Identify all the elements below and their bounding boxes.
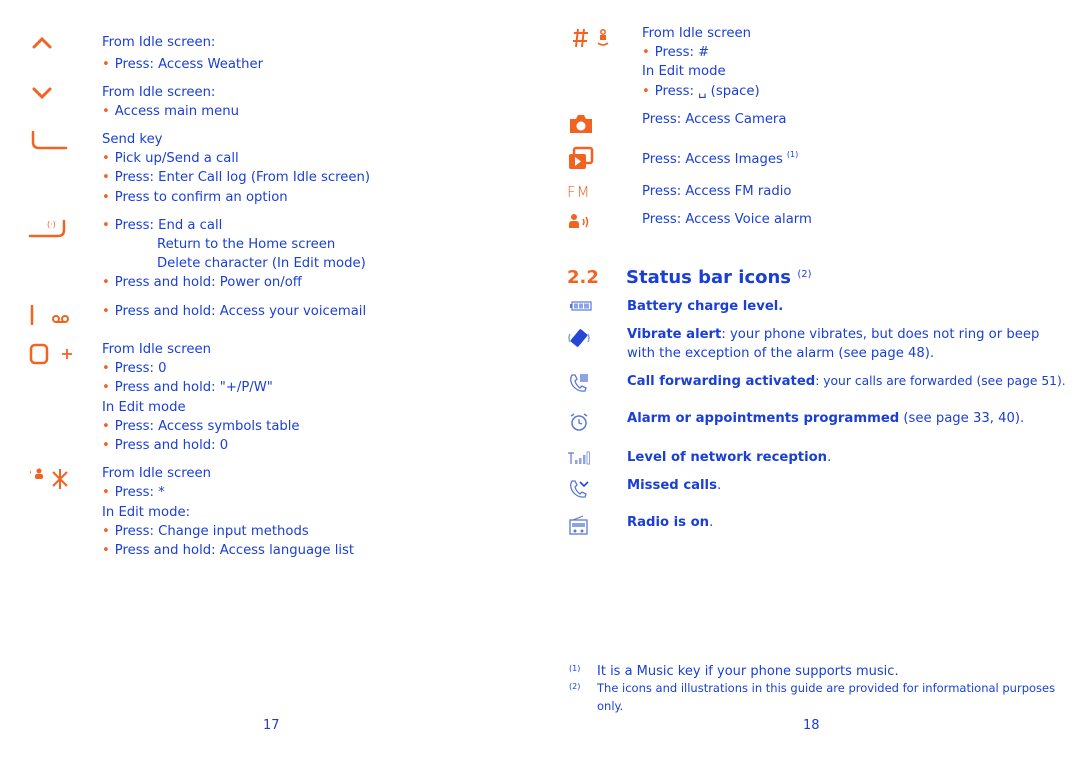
status-icon-name: Call forwarding activated	[627, 374, 816, 389]
key-description-text: From Idle screen	[642, 26, 751, 41]
key-description-line: Press and hold: 0	[102, 436, 228, 455]
status-icon-name: Level of network reception	[627, 450, 828, 465]
voice-alarm-key-icon	[569, 214, 589, 228]
status-icon-description: Vibrate alert: your phone vibrates, but …	[627, 325, 1039, 344]
key-description-line: Send key	[102, 132, 163, 147]
alarm-icon	[570, 413, 588, 431]
key-description-line: In Edit mode:	[102, 505, 191, 520]
key-description-line: Press: Access Voice alarm	[642, 210, 812, 229]
signal-icon	[568, 451, 590, 465]
key-description-line: Press and hold: "+/P/W"	[102, 378, 273, 397]
section-title-text: Status bar icons	[626, 267, 792, 288]
key-description-line: From Idle screen:	[102, 85, 216, 100]
key-description-line: From Idle screen:	[102, 35, 216, 50]
key-description-text: Press: ␣ (space)	[654, 84, 760, 99]
status-icon-name: Alarm or appointments programmed	[627, 411, 900, 426]
status-icon-description: Call forwarding activated: your calls ar…	[627, 372, 1066, 391]
status-icon-detail: : your phone vibrates, but does not ring…	[721, 327, 1040, 342]
right-page-number: 18	[803, 718, 820, 733]
key-description-line: In Edit mode	[102, 400, 186, 415]
svg-text:': '	[29, 470, 32, 481]
key-description-line: Return to the Home screen	[157, 237, 336, 252]
camera-key-icon	[570, 115, 592, 133]
key-description-line: Press: Change input methods	[102, 522, 309, 541]
key-description-line: Access main menu	[102, 102, 239, 121]
status-icon-description: Alarm or appointments programmed (see pa…	[627, 409, 1024, 428]
key-description-line: From Idle screen	[102, 466, 211, 481]
key-description-line: Press: Access Images (1)	[642, 145, 798, 169]
key-description-line: Press: Access symbols table	[102, 417, 300, 436]
status-icon-detail: .	[716, 478, 722, 493]
radio-icon	[569, 515, 588, 535]
key-description-line: From Idle screen	[102, 342, 211, 357]
footnote-1-mark: (1)	[569, 664, 581, 673]
key-description-text: Press: Access Camera	[642, 112, 787, 127]
status-icon-name: Vibrate alert	[627, 327, 722, 342]
status-icon-name: Battery charge level.	[627, 299, 784, 314]
status-icon-detail: .	[827, 450, 832, 465]
down-arrow-icon	[32, 87, 52, 100]
images-key-icon	[569, 146, 594, 169]
key-description-line: Press: Access Camera	[642, 110, 786, 129]
status-icon-detail: (see page 33, 40).	[899, 411, 1025, 426]
status-icon-name: Missed calls	[627, 478, 717, 493]
status-icon-description: Level of network reception.	[627, 448, 831, 467]
footnote-2-mark: (2)	[569, 682, 581, 691]
status-icon-name: Radio is on	[627, 515, 710, 530]
fm-key-icon: FM	[567, 183, 591, 201]
key-description-text: Press: #	[654, 45, 710, 60]
battery-icon	[570, 301, 592, 311]
key-description-line: Press: Access FM radio	[642, 182, 791, 201]
left-page-number: 17	[263, 718, 280, 733]
star-key-icon: '	[29, 468, 68, 489]
key-description-line: Press: 0	[102, 359, 167, 378]
footnote-ref: (1)	[786, 150, 799, 159]
end-key-icon: (·)	[28, 219, 66, 238]
status-icon-description: Radio is on.	[627, 513, 713, 532]
section-title: Status bar icons (2)	[626, 267, 811, 288]
key-description-line: Press and hold: Access language list	[102, 541, 354, 560]
hash-key-icon	[573, 28, 609, 48]
key-description-line: In Edit mode	[642, 62, 726, 81]
key-description-text: In Edit mode	[642, 64, 726, 79]
status-icon-detail: : your calls are forwarded (see page 51)…	[815, 374, 1066, 388]
status-icon-description: Battery charge level.	[627, 297, 783, 316]
key-description-text: Press: Access Images	[642, 152, 783, 167]
send-key-icon	[31, 130, 68, 150]
key-description-line: Press: ␣ (space)	[642, 82, 760, 101]
key-description-line: Press and hold: Access your voicemail	[102, 302, 366, 321]
status-icon-detail-cont: with the exception of the alarm (see pag…	[627, 346, 935, 361]
footnote-2-text-cont: only.	[597, 699, 624, 713]
key-description-line: Press: End a call	[102, 216, 223, 235]
status-icon-detail: .	[709, 515, 714, 530]
svg-text:(·): (·)	[47, 220, 56, 229]
status-icon-description: Missed calls.	[627, 476, 721, 495]
missed-call-icon	[570, 480, 589, 498]
key-description-line: Press: #	[642, 43, 709, 62]
key-description-line: Press: Access Weather	[102, 55, 263, 74]
vibrate-icon	[568, 329, 590, 347]
key-description-line: Press to confirm an option	[102, 188, 288, 207]
call-forward-icon	[570, 374, 588, 392]
up-arrow-icon	[32, 36, 52, 49]
key-description-text: Press: Access FM radio	[642, 184, 792, 199]
key-description-text: Press: Access Voice alarm	[642, 212, 812, 227]
voicemail-key-icon	[30, 305, 69, 325]
key-description-line: Delete character (In Edit mode)	[157, 256, 366, 271]
key-description-line: Pick up/Send a call	[102, 149, 239, 168]
key-description-line: Press: *	[102, 483, 165, 502]
footnote-2-text: The icons and illustrations in this guid…	[597, 681, 1056, 695]
footnote-1-text: It is a Music key if your phone supports…	[597, 664, 899, 679]
zero-plus-key-icon	[29, 343, 72, 365]
section-footnote-ref: (2)	[797, 269, 812, 280]
section-number: 2.2	[567, 267, 599, 288]
key-description-line: Press: Enter Call log (From Idle screen)	[102, 168, 370, 187]
key-description-line: From Idle screen	[642, 24, 751, 43]
key-description-line: Press and hold: Power on/off	[102, 273, 302, 292]
